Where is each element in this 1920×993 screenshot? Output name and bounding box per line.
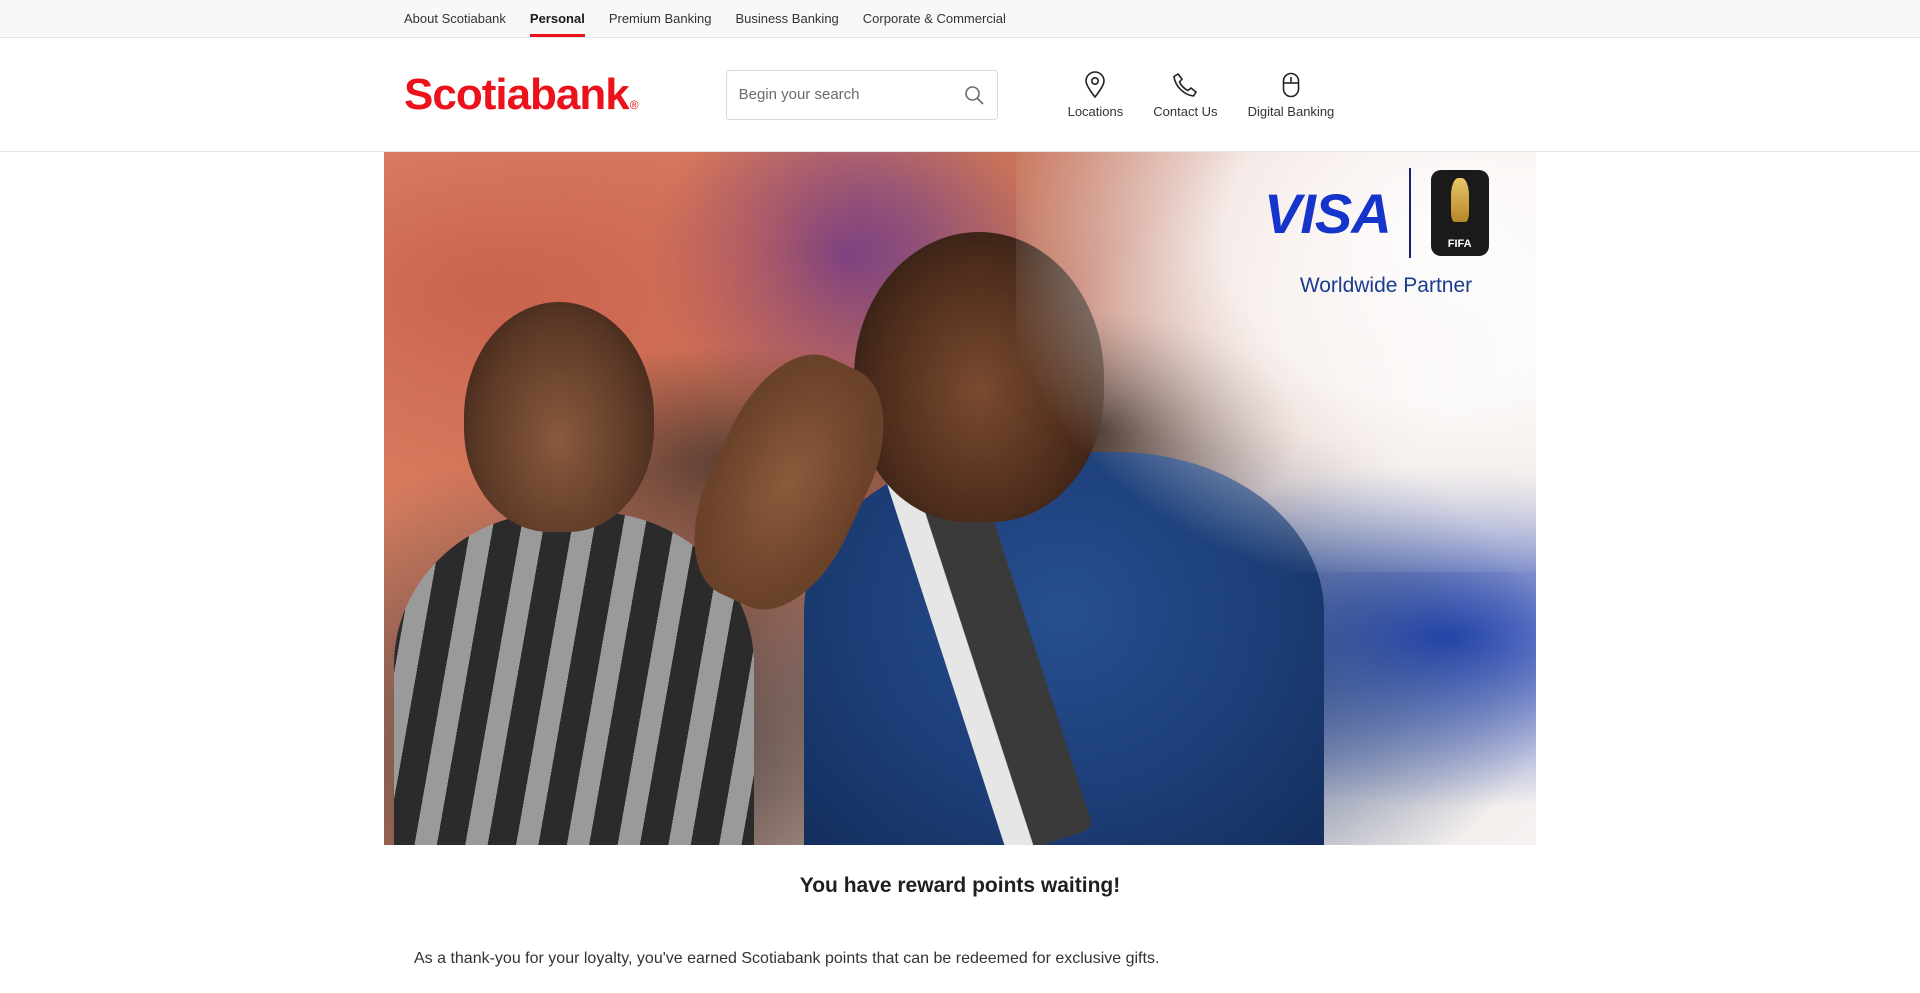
worldwide-partner-caption: Worldwide Partner bbox=[1299, 274, 1473, 297]
top-nav: About Scotiabank Personal Premium Bankin… bbox=[384, 0, 1536, 37]
fifa-badge-text: FIFA bbox=[1447, 238, 1472, 250]
location-pin-icon bbox=[1084, 70, 1106, 100]
visa-logo: VISA bbox=[1264, 181, 1392, 245]
search-icon[interactable] bbox=[963, 84, 985, 106]
site-header: Scotiabank ® Locations bbox=[0, 38, 1920, 152]
contact-us-link[interactable]: Contact Us bbox=[1153, 70, 1218, 119]
fan-child-head bbox=[464, 302, 654, 532]
phone-icon bbox=[1172, 70, 1198, 100]
search-input[interactable] bbox=[738, 86, 963, 103]
utility-nav: Locations Contact Us Digital Banking bbox=[1068, 70, 1365, 119]
mouse-icon bbox=[1282, 70, 1300, 100]
partner-lockup: VISA FIFA Worldwide Partner bbox=[1264, 168, 1514, 318]
digital-banking-label: Digital Banking bbox=[1247, 104, 1335, 119]
trophy-icon bbox=[1450, 178, 1469, 222]
contact-us-label: Contact Us bbox=[1153, 104, 1218, 119]
top-nav-business-banking[interactable]: Business Banking bbox=[735, 0, 838, 37]
top-utility-bar: About Scotiabank Personal Premium Bankin… bbox=[0, 0, 1920, 38]
top-nav-premium-banking[interactable]: Premium Banking bbox=[609, 0, 712, 37]
logo-text: Scotiabank bbox=[404, 69, 630, 119]
top-nav-about[interactable]: About Scotiabank bbox=[404, 0, 506, 37]
locations-link[interactable]: Locations bbox=[1067, 70, 1124, 119]
top-nav-personal[interactable]: Personal bbox=[529, 0, 585, 37]
top-nav-corporate-commercial[interactable]: Corporate & Commercial bbox=[863, 0, 1006, 37]
scotiabank-logo[interactable]: Scotiabank ® bbox=[404, 69, 639, 120]
locations-label: Locations bbox=[1067, 104, 1124, 119]
lockup-divider bbox=[1408, 168, 1411, 258]
fifa-world-cup-badge: FIFA bbox=[1430, 170, 1489, 256]
main-content: You have reward points waiting! As a tha… bbox=[384, 873, 1536, 968]
digital-banking-link[interactable]: Digital Banking bbox=[1247, 70, 1335, 119]
search-box bbox=[725, 69, 998, 120]
hero-banner: VISA FIFA Worldwide Partner bbox=[384, 152, 1536, 845]
reward-title-text: You have reward points waiting! bbox=[799, 874, 1121, 897]
reward-heading: You have reward points waiting! bbox=[384, 873, 1536, 898]
reward-intro-text: As a thank-you for your loyalty, you've … bbox=[414, 950, 1160, 967]
logo-registered-mark: ® bbox=[629, 97, 639, 112]
